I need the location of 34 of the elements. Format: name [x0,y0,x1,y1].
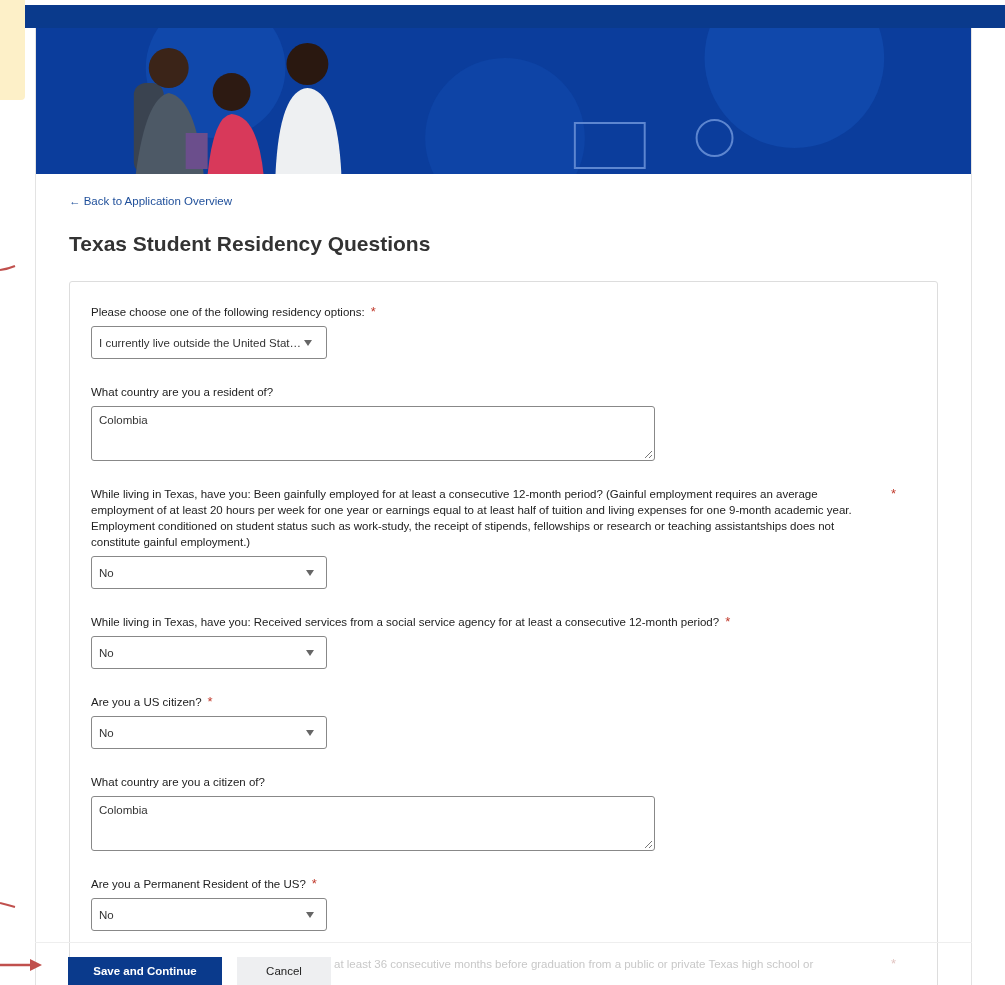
required-mark: * [207,694,213,710]
annotation-mark [0,900,16,910]
annotation-arrow [0,958,42,972]
caret-icon [306,649,314,656]
question-label: What country are you a resident of? [91,385,274,400]
back-link[interactable]: ← Back to Application Overview [69,195,232,207]
text-area[interactable]: Colombia [91,406,655,461]
cancel-button[interactable]: Cancel [237,957,331,985]
question-label: Please choose one of the following residency options: [91,305,365,320]
annotation-mark [0,264,16,274]
required-mark: * [311,876,317,892]
dropdown[interactable]: No [91,898,327,931]
resize-grip-icon [644,840,652,848]
question-label: Are you a US citizen? [91,695,202,710]
dropdown[interactable]: No [91,716,327,749]
caret-icon [304,339,312,346]
required-mark: * [890,486,896,502]
required-mark: * [370,304,376,320]
dropdown[interactable]: I currently live outside the United Stat… [91,326,327,359]
text-area[interactable]: Colombia [91,796,655,851]
save-button[interactable]: Save and Continue [68,957,222,985]
resize-grip-icon [644,450,652,458]
question-label: While living in Texas, have you: Received services from a social service agency for at least a consecutive 12-month period? [91,615,720,630]
caret-icon [306,911,314,918]
question-label: While living in Texas, have you: Been gainfully employed for at least a consecutive 12-month period? (Gainful employment requires an average employment of at least 20 hours per week for one year or earnings equal to at least half of tuition and living expenses for one 9-month academic year. Employment conditioned on student status such as work-study, the receipt of stipends, fellowships or research or teaching assistantships does not constitute gainful employment.) [91,487,853,550]
question-label: Are you a Permanent Resident of the US? [91,877,306,892]
dropdown[interactable]: No [91,556,327,589]
required-mark: * [890,956,896,972]
dropdown[interactable]: No [91,636,327,669]
question-label: What country are you a citizen of? [91,775,265,790]
caret-icon [306,729,314,736]
required-mark: * [725,614,731,630]
caret-icon [306,569,314,576]
page-heading: Texas Student Residency Questions [69,231,432,257]
